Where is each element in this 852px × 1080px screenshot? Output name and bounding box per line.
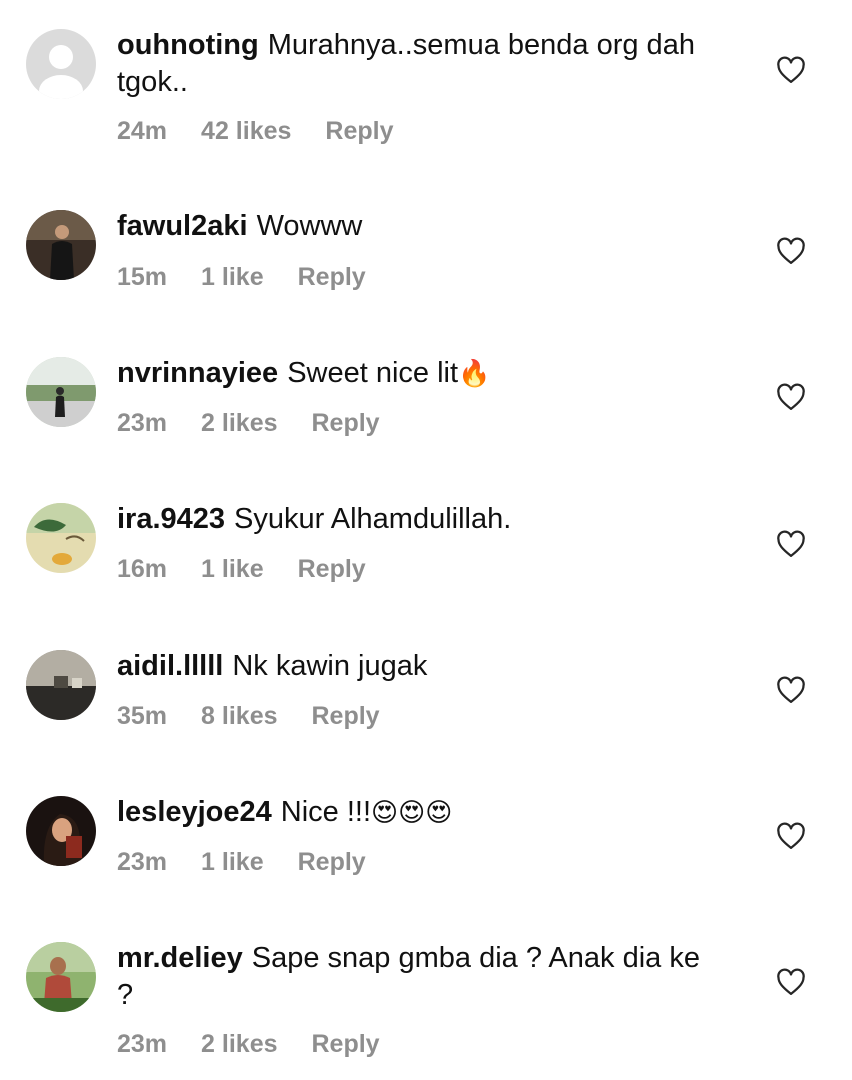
- comment-likes[interactable]: 1 like: [201, 555, 264, 583]
- comment-time: 16m: [117, 555, 168, 583]
- comment-text: Sweet nice lit: [287, 357, 459, 389]
- heart-outline-icon[interactable]: [776, 530, 806, 558]
- comment-username[interactable]: aidil.lllll: [117, 650, 223, 682]
- avatar[interactable]: [26, 796, 96, 866]
- comment-likes[interactable]: 1 like: [201, 263, 264, 291]
- comment-likes[interactable]: 2 likes: [201, 409, 277, 437]
- comment-time: 24m: [117, 117, 168, 145]
- heart-outline-icon[interactable]: [776, 676, 806, 704]
- heart-outline-icon[interactable]: [776, 383, 806, 411]
- comment-time: 35m: [117, 702, 168, 730]
- heart-eyes-emoji: 😍😍😍: [371, 798, 453, 828]
- comment-username[interactable]: nvrinnayiee: [117, 357, 278, 389]
- comment-username[interactable]: fawul2aki: [117, 210, 248, 242]
- reply-button[interactable]: Reply: [298, 848, 366, 876]
- reply-button[interactable]: Reply: [312, 702, 380, 730]
- fire-emoji: 🔥: [458, 359, 491, 389]
- avatar[interactable]: [26, 650, 96, 720]
- comment-username[interactable]: mr.deliey: [117, 942, 243, 974]
- reply-button[interactable]: Reply: [312, 409, 380, 437]
- comment-time: 23m: [117, 409, 168, 437]
- comment-username[interactable]: lesleyjoe24: [117, 796, 272, 828]
- comment-likes[interactable]: 2 likes: [201, 1030, 277, 1058]
- comment-username[interactable]: ira.9423: [117, 503, 225, 535]
- comment-text: Nice !!!: [280, 796, 372, 828]
- comment-likes[interactable]: 8 likes: [201, 702, 277, 730]
- reply-button[interactable]: Reply: [325, 117, 393, 145]
- avatar[interactable]: [26, 942, 96, 1012]
- comment-text: Wowww: [256, 210, 363, 242]
- reply-button[interactable]: Reply: [298, 555, 366, 583]
- comment-time: 23m: [117, 848, 168, 876]
- comment-likes[interactable]: 1 like: [201, 848, 264, 876]
- comment-likes[interactable]: 42 likes: [201, 117, 291, 145]
- comment-text: Syukur Alhamdulillah.: [234, 503, 512, 535]
- comment-text: Nk kawin jugak: [232, 650, 428, 682]
- avatar[interactable]: [26, 210, 96, 280]
- comment-time: 23m: [117, 1030, 168, 1058]
- heart-outline-icon[interactable]: [776, 56, 806, 84]
- avatar[interactable]: [26, 29, 96, 99]
- reply-button[interactable]: Reply: [312, 1030, 380, 1058]
- comment-time: 15m: [117, 263, 168, 291]
- comment-username[interactable]: ouhnoting: [117, 29, 259, 61]
- heart-outline-icon[interactable]: [776, 968, 806, 996]
- heart-outline-icon[interactable]: [776, 237, 806, 265]
- avatar[interactable]: [26, 503, 96, 573]
- heart-outline-icon[interactable]: [776, 822, 806, 850]
- avatar[interactable]: [26, 357, 96, 427]
- reply-button[interactable]: Reply: [298, 263, 366, 291]
